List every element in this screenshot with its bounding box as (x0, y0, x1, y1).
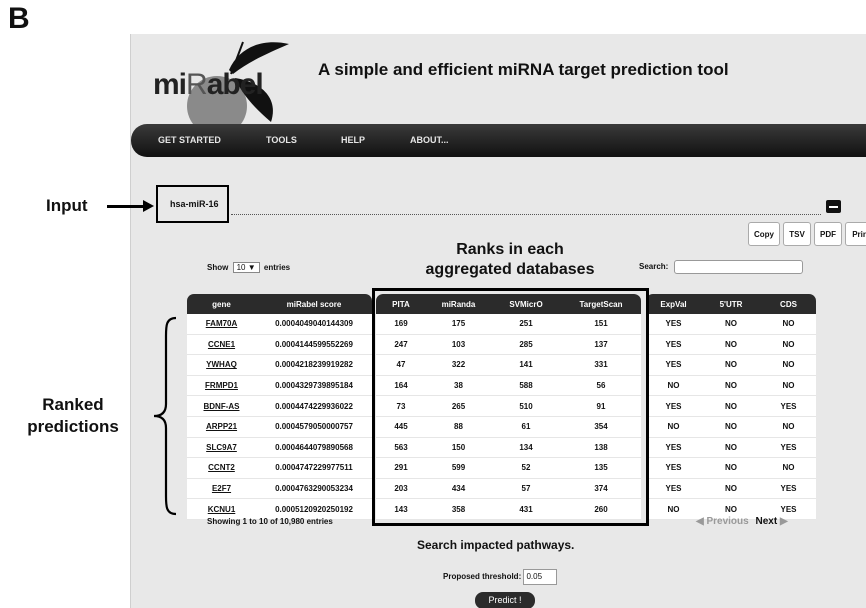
cell-utr5: NO (701, 334, 761, 356)
cell-utr5: NO (701, 314, 761, 335)
threshold-control: Proposed threshold: 0.05 (443, 569, 558, 585)
mirna-input-value[interactable]: hsa-miR-16 (170, 199, 219, 209)
cell-cds: YES (761, 478, 816, 500)
cell-cds: NO (761, 314, 816, 335)
cell-gene[interactable]: YWHAQ (187, 354, 256, 376)
cell-expval: NO (646, 375, 701, 397)
cell-utr5: NO (701, 354, 761, 376)
ranks-annotation: Ranks in each aggregated databases (425, 241, 595, 278)
nav-help[interactable]: HELP (341, 135, 365, 145)
cell-cds: YES (761, 437, 816, 459)
entries-label: entries (263, 263, 291, 272)
cell-cds: NO (761, 334, 816, 356)
cell-expval: YES (646, 457, 701, 479)
cell-gene[interactable]: FAM70A (187, 314, 256, 335)
cell-gene[interactable]: CCNT2 (187, 457, 256, 479)
ranked-predictions-annotation: Ranked predictions (27, 395, 119, 436)
search-input[interactable] (674, 260, 803, 274)
nav-get-started[interactable]: GET STARTED (158, 135, 221, 145)
cell-score: 0.0004218239919282 (256, 354, 372, 376)
entries-select[interactable]: 10 ▼ (232, 262, 260, 273)
show-entries-control: Show 10 ▼ entries (207, 262, 290, 273)
cell-expval: YES (646, 334, 701, 356)
search-label: Search: (639, 262, 669, 271)
cell-cds: NO (761, 416, 816, 438)
cell-utr5: NO (701, 395, 761, 417)
cell-score: 0.0004747229977511 (256, 457, 372, 479)
cell-score: 0.0004329739895184 (256, 375, 372, 397)
input-divider (231, 214, 821, 215)
cell-gene[interactable]: ARPP21 (187, 416, 256, 438)
col-header-gene[interactable]: gene (187, 294, 256, 314)
cell-gene[interactable]: BDNF-AS (187, 395, 256, 417)
copy-button[interactable]: Copy (748, 222, 780, 246)
input-arrow (107, 205, 145, 208)
pathways-title: Search impacted pathways. (417, 538, 575, 552)
pagination: ◀ Previous Next ▶ (696, 516, 788, 527)
predict-button[interactable]: Predict ! (475, 592, 535, 608)
nav-about[interactable]: ABOUT... (410, 135, 449, 145)
cell-expval: YES (646, 314, 701, 335)
cell-score: 0.0004644079890568 (256, 437, 372, 459)
cell-expval: YES (646, 395, 701, 417)
col-header-5utr[interactable]: 5'UTR (701, 294, 761, 314)
cell-expval: NO (646, 498, 701, 520)
show-label: Show (207, 263, 229, 272)
col-header-score[interactable]: miRabel score (256, 294, 372, 314)
previous-button[interactable]: ◀ Previous (696, 516, 749, 527)
cell-gene[interactable]: SLC9A7 (187, 437, 256, 459)
mirabel-app-window: miRabel A simple and efficient miRNA tar… (130, 34, 866, 608)
cell-expval: YES (646, 478, 701, 500)
next-button[interactable]: Next ▶ (756, 516, 788, 527)
cell-expval: NO (646, 416, 701, 438)
print-button[interactable]: Prin (845, 222, 866, 246)
arrow-head-icon (143, 200, 154, 212)
threshold-label: Proposed threshold: (443, 572, 522, 582)
logo-text: miRabel (153, 68, 264, 101)
app-tagline: A simple and efficient miRNA target pred… (318, 60, 729, 79)
cell-score: 0.0004763290053234 (256, 478, 372, 500)
tsv-button[interactable]: TSV (783, 222, 811, 246)
cell-expval: YES (646, 354, 701, 376)
pdf-button[interactable]: PDF (814, 222, 842, 246)
input-highlight-box: hsa-miR-16 (156, 185, 229, 223)
cell-gene[interactable]: CCNE1 (187, 334, 256, 356)
cell-utr5: NO (701, 478, 761, 500)
panel-letter: B (8, 2, 30, 35)
cell-cds: NO (761, 354, 816, 376)
cell-score: 0.0004144599552269 (256, 334, 372, 356)
cell-utr5: NO (701, 457, 761, 479)
cell-score: 0.0004049040144309 (256, 314, 372, 335)
cell-utr5: NO (701, 416, 761, 438)
chevron-down-icon: ▼ (247, 263, 256, 272)
cell-score: 0.0004579050000757 (256, 416, 372, 438)
ranks-highlight-box (372, 288, 649, 526)
cell-utr5: NO (701, 375, 761, 397)
showing-entries-text: Showing 1 to 10 of 10,980 entries (207, 517, 333, 526)
cell-score: 0.0004474229936022 (256, 395, 372, 417)
cell-cds: NO (761, 457, 816, 479)
cell-gene[interactable]: FRMPD1 (187, 375, 256, 397)
cell-cds: YES (761, 395, 816, 417)
input-annotation: Input (46, 196, 88, 215)
cell-cds: NO (761, 375, 816, 397)
col-header-cds[interactable]: CDS (761, 294, 816, 314)
threshold-input[interactable]: 0.05 (523, 569, 558, 585)
cell-utr5: NO (701, 437, 761, 459)
cell-gene[interactable]: E2F7 (187, 478, 256, 500)
main-navbar: GET STARTED TOOLS HELP ABOUT... (131, 124, 866, 157)
curly-brace-icon (153, 316, 177, 516)
col-header-expval[interactable]: ExpVal (646, 294, 701, 314)
nav-tools[interactable]: TOOLS (266, 135, 297, 145)
collapse-button[interactable] (826, 200, 841, 213)
cell-expval: YES (646, 437, 701, 459)
